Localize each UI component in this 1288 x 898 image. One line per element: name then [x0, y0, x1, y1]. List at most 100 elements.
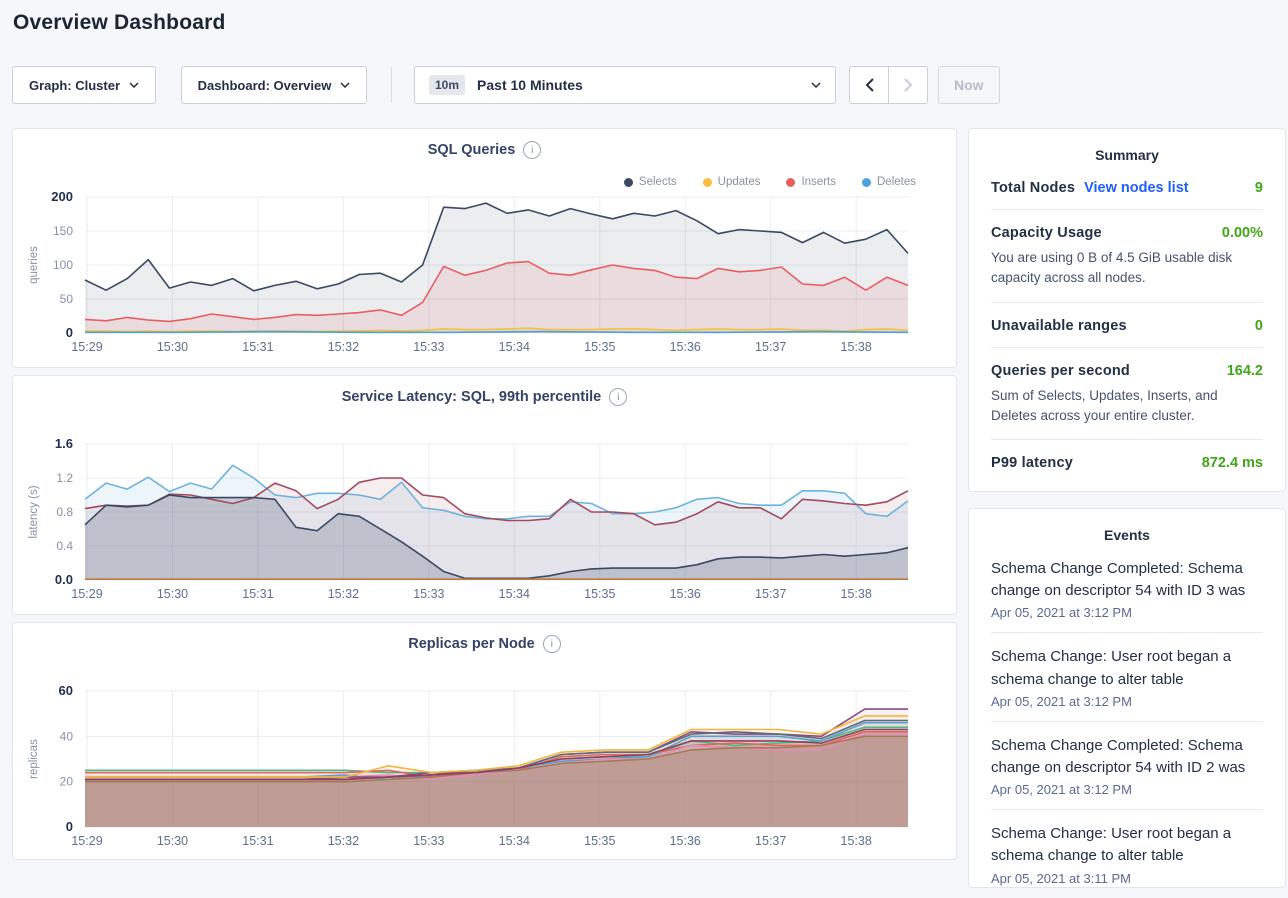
svg-text:15:29: 15:29 [71, 834, 102, 848]
svg-text:15:38: 15:38 [841, 834, 872, 848]
event-item[interactable]: Schema Change: User root began a schema … [991, 810, 1263, 897]
svg-text:15:29: 15:29 [71, 340, 102, 354]
svg-text:0.4: 0.4 [56, 539, 73, 553]
svg-text:0: 0 [66, 325, 73, 340]
chevron-right-icon [904, 78, 913, 92]
page-title: Overview Dashboard [13, 11, 226, 35]
svg-text:15:35: 15:35 [584, 834, 615, 848]
svg-text:0.0: 0.0 [55, 572, 73, 587]
svg-text:15:37: 15:37 [755, 340, 786, 354]
p99-latency-value: 872.4 ms [1202, 455, 1263, 471]
svg-text:40: 40 [60, 729, 74, 743]
view-nodes-list-link[interactable]: View nodes list [1084, 180, 1189, 196]
svg-text:15:31: 15:31 [242, 834, 273, 848]
total-nodes-label: Total Nodes [991, 180, 1075, 196]
summary-panel: Summary Total Nodes View nodes list 9 Ca… [968, 128, 1286, 492]
svg-text:15:33: 15:33 [413, 587, 444, 601]
event-item[interactable]: Schema Change Completed: Schema change o… [991, 722, 1263, 810]
svg-text:15:29: 15:29 [71, 587, 102, 601]
now-button[interactable]: Now [938, 66, 1000, 104]
time-step-buttons [849, 66, 928, 104]
svg-text:15:31: 15:31 [242, 587, 273, 601]
event-item[interactable]: Schema Change: User root began a schema … [991, 633, 1263, 721]
p99-latency-label: P99 latency [991, 455, 1073, 471]
summary-row-total-nodes: Total Nodes View nodes list 9 [991, 165, 1263, 210]
svg-text:15:37: 15:37 [755, 587, 786, 601]
unavailable-ranges-value: 0 [1255, 318, 1263, 334]
summary-title: Summary [969, 129, 1285, 165]
time-range-label: Past 10 Minutes [477, 77, 799, 93]
replicas-per-node-chart-panel: Replicas per Node i 15:2915:3015:3115:32… [12, 622, 957, 860]
events-title: Events [969, 509, 1285, 545]
graph-dropdown-label: Graph: Cluster [29, 78, 120, 93]
svg-text:100: 100 [53, 258, 73, 272]
svg-text:20: 20 [60, 775, 74, 789]
chevron-left-icon [865, 78, 874, 92]
svg-text:15:32: 15:32 [328, 587, 359, 601]
service-latency-chart[interactable]: 15:29 15:30 15:31 15:32 15:33 15:34 15:35 15:36… [13, 376, 956, 614]
event-date: Apr 05, 2021 at 3:12 PM [991, 694, 1263, 709]
svg-text:queries: queries [28, 246, 40, 284]
sql-queries-chart[interactable]: 15:29 15:30 15:31 15:32 15:33 15:34 15:35 15:36… [13, 129, 956, 367]
svg-text:15:38: 15:38 [841, 340, 872, 354]
event-date: Apr 05, 2021 at 3:12 PM [991, 605, 1263, 620]
sql-queries-chart-panel: SQL Queries i SelectsUpdatesInsertsDelet… [12, 128, 957, 368]
event-text: Schema Change Completed: Schema change o… [991, 558, 1263, 602]
event-date: Apr 05, 2021 at 3:12 PM [991, 782, 1263, 797]
svg-text:15:31: 15:31 [242, 340, 273, 354]
svg-text:15:32: 15:32 [328, 340, 359, 354]
event-text: Schema Change Completed: Schema change o… [991, 735, 1263, 779]
svg-text:15:37: 15:37 [755, 834, 786, 848]
total-nodes-value: 9 [1255, 180, 1263, 196]
qps-value: 164.2 [1227, 363, 1263, 379]
unavailable-ranges-label: Unavailable ranges [991, 318, 1127, 334]
dashboard-dropdown[interactable]: Dashboard: Overview [181, 66, 367, 104]
svg-text:15:30: 15:30 [157, 587, 188, 601]
svg-text:60: 60 [59, 683, 73, 698]
capacity-usage-value: 0.00% [1222, 225, 1263, 241]
previous-interval-button[interactable] [850, 67, 889, 103]
svg-text:latency (s): latency (s) [28, 485, 40, 538]
svg-text:15:34: 15:34 [499, 587, 530, 601]
svg-text:15:34: 15:34 [499, 340, 530, 354]
capacity-usage-description: You are using 0 B of 4.5 GiB usable disk… [991, 248, 1263, 289]
next-interval-button[interactable] [889, 67, 927, 103]
summary-row-qps: Queries per second 164.2 Sum of Selects,… [991, 348, 1263, 441]
qps-description: Sum of Selects, Updates, Inserts, and De… [991, 386, 1263, 427]
svg-text:1.6: 1.6 [55, 436, 73, 451]
event-text: Schema Change: User root began a schema … [991, 823, 1263, 867]
event-date: Apr 05, 2021 at 3:11 PM [991, 871, 1263, 886]
svg-text:50: 50 [60, 292, 74, 306]
summary-row-p99: P99 latency 872.4 ms [991, 440, 1263, 484]
svg-text:1.2: 1.2 [56, 471, 73, 485]
svg-text:15:32: 15:32 [328, 834, 359, 848]
event-text: Schema Change: User root began a schema … [991, 646, 1263, 690]
svg-text:15:36: 15:36 [670, 340, 701, 354]
svg-text:15:33: 15:33 [413, 834, 444, 848]
time-range-picker[interactable]: 10m Past 10 Minutes [414, 66, 836, 104]
chevron-down-icon [340, 82, 350, 88]
summary-row-capacity: Capacity Usage 0.00% You are using 0 B o… [991, 210, 1263, 303]
graph-dropdown[interactable]: Graph: Cluster [12, 66, 156, 104]
toolbar-divider [391, 67, 392, 103]
service-latency-chart-panel: Service Latency: SQL, 99th percentile i … [12, 375, 957, 615]
svg-text:15:35: 15:35 [584, 587, 615, 601]
replicas-per-node-chart[interactable]: 15:29 15:30 15:31 15:32 15:33 15:34 15:35 15:36… [13, 623, 956, 859]
svg-text:15:36: 15:36 [670, 587, 701, 601]
svg-text:150: 150 [53, 224, 73, 238]
svg-text:15:35: 15:35 [584, 340, 615, 354]
chevron-down-icon [129, 82, 139, 88]
chevron-down-icon [811, 82, 821, 88]
time-range-badge: 10m [429, 75, 465, 95]
svg-text:15:33: 15:33 [413, 340, 444, 354]
summary-row-unavailable-ranges: Unavailable ranges 0 [991, 303, 1263, 348]
qps-label: Queries per second [991, 363, 1130, 379]
svg-text:200: 200 [51, 189, 73, 204]
svg-text:15:34: 15:34 [499, 834, 530, 848]
svg-text:15:30: 15:30 [157, 834, 188, 848]
svg-text:15:30: 15:30 [157, 340, 188, 354]
svg-text:replicas: replicas [28, 739, 40, 779]
event-item[interactable]: Schema Change Completed: Schema change o… [991, 545, 1263, 633]
events-panel: Events Schema Change Completed: Schema c… [968, 508, 1286, 888]
svg-text:15:36: 15:36 [670, 834, 701, 848]
